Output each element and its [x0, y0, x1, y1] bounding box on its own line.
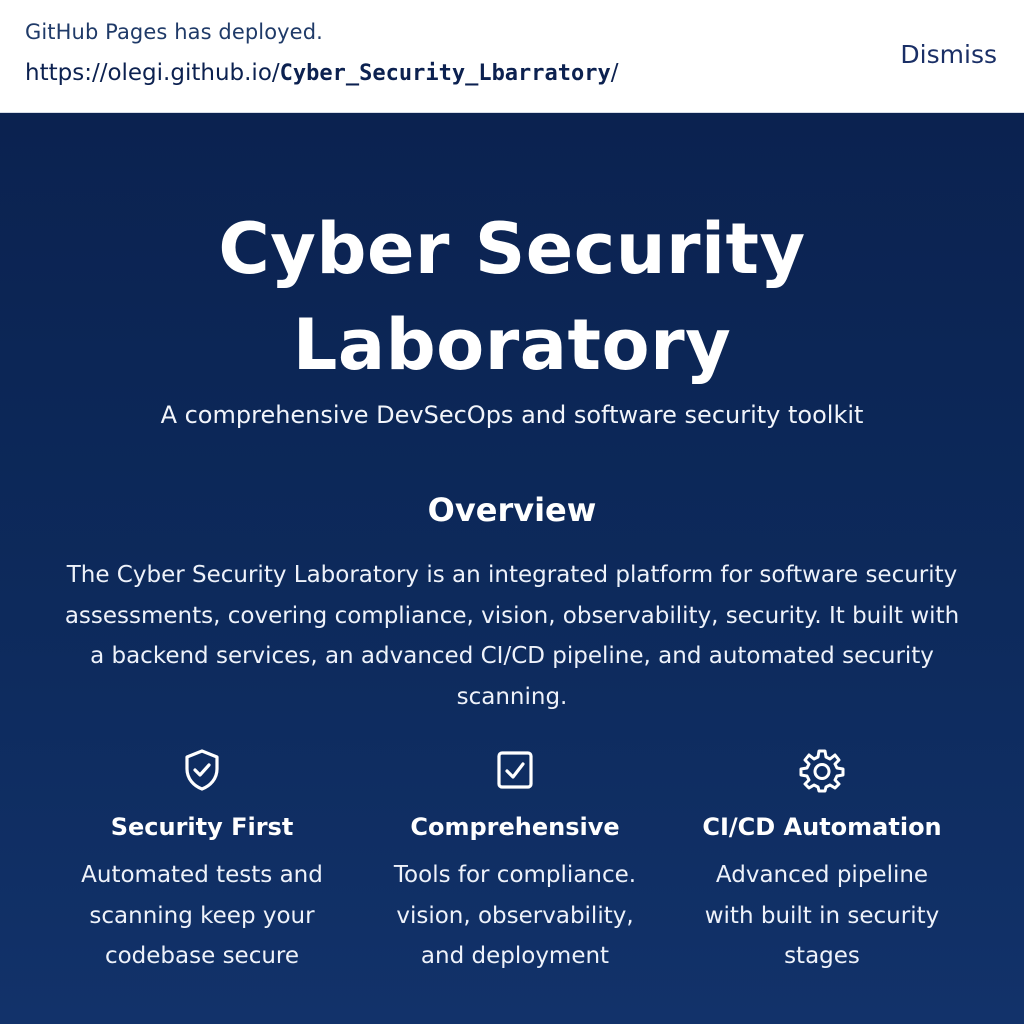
- page-subtitle: A comprehensive DevSecOps and software s…: [160, 401, 864, 429]
- dismiss-button[interactable]: Dismiss: [900, 40, 997, 69]
- deploy-message: GitHub Pages has deployed.: [25, 20, 323, 44]
- feature-security-first: Security First Automated tests and scann…: [52, 747, 352, 977]
- feature-title: Comprehensive: [410, 813, 620, 841]
- feature-description: Advanced pipeline with built in security…: [704, 862, 940, 969]
- gear-icon: [799, 749, 845, 793]
- deployed-site-link[interactable]: https://olegi.github.io/Cyber_Security_L…: [25, 60, 619, 86]
- page-title: Cyber Security Laboratory: [218, 208, 806, 386]
- shield-check-icon: [185, 749, 219, 791]
- feature-cicd-automation: CI/CD Automation Advanced pipeline with …: [672, 747, 972, 977]
- overview-text: The Cyber Security Laboratory is an inte…: [64, 562, 960, 710]
- feature-title: Security First: [110, 813, 294, 841]
- url-prefix: https://olegi.github.io/: [25, 60, 280, 86]
- url-path: Cyber_Security_Lbarratory: [279, 61, 611, 86]
- checkbox-icon: [497, 751, 533, 789]
- feature-description: Tools for compliance. vision, observabil…: [393, 862, 637, 969]
- feature-comprehensive: Comprehensive Tools for compliance. visi…: [365, 747, 665, 977]
- deploy-notification-banner: GitHub Pages has deployed. https://olegi…: [0, 0, 1024, 113]
- feature-description: Automated tests and scanning keep your c…: [81, 862, 323, 969]
- feature-title: CI/CD Automation: [702, 813, 942, 841]
- url-suffix: /: [610, 60, 619, 86]
- hero-section: Cyber Security Laboratory A comprehensiv…: [0, 113, 1024, 1024]
- overview-heading: Overview: [427, 491, 597, 529]
